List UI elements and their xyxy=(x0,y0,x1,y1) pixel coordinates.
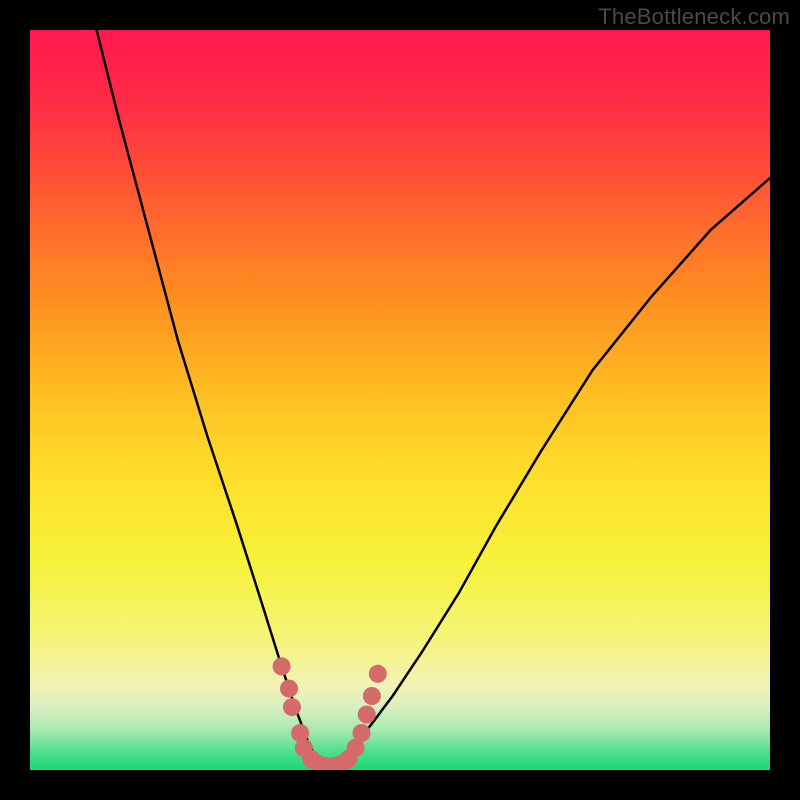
watermark-text: TheBottleneck.com xyxy=(598,4,790,30)
heat-gradient xyxy=(30,30,770,770)
highlight-dot xyxy=(369,665,387,683)
bottleneck-chart xyxy=(30,30,770,770)
highlight-dot xyxy=(353,724,371,742)
highlight-dot xyxy=(283,698,301,716)
highlight-dot xyxy=(280,680,298,698)
plot-area xyxy=(30,30,770,770)
highlight-dot xyxy=(273,657,291,675)
highlight-dot xyxy=(358,706,376,724)
highlight-dot xyxy=(363,687,381,705)
chart-frame: TheBottleneck.com xyxy=(0,0,800,800)
